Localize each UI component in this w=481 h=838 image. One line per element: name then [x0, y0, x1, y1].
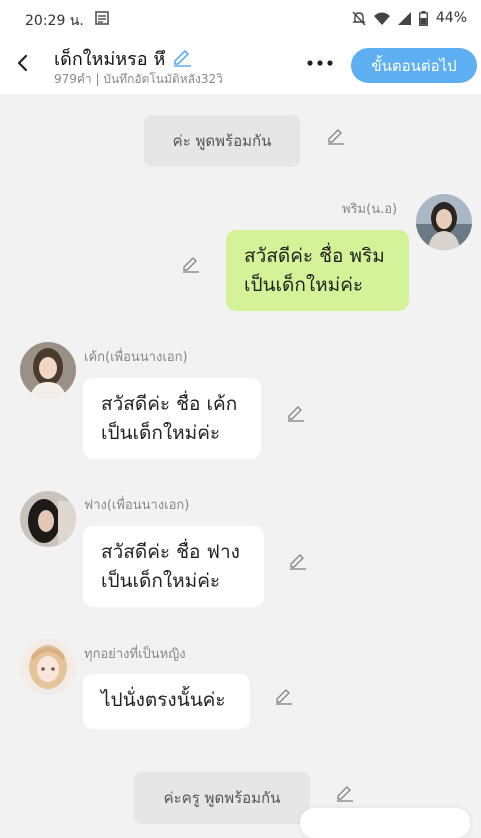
message-line: เป็นเด็กใหม่ค่ะ — [101, 570, 221, 592]
speaker-name: ทุกอย่างที่เป็นหญิง — [84, 647, 186, 662]
speaker-name: ฟาง(เพื่อนนางเอก) — [84, 498, 190, 513]
story-title-row[interactable]: เด็กใหม่หรอ หึ — [54, 44, 193, 73]
chat-area[interactable]: ค่ะ พูดพร้อมกัน พริม(น.อ) สวัสดีค่ะ ชื่อ… — [0, 94, 481, 824]
message-line: เป็นเด็กใหม่ค่ะ — [244, 274, 364, 296]
story-subtitle: 979คำ | บันทึกอัตโนมัติหลัง32วิ — [54, 72, 223, 86]
edit-icon[interactable] — [180, 252, 202, 274]
edit-icon[interactable] — [273, 684, 295, 706]
message-line: เป็นเด็กใหม่ค่ะ — [101, 422, 221, 444]
battery-icon — [418, 10, 428, 26]
edit-icon[interactable] — [334, 781, 356, 803]
avatar-cake[interactable] — [20, 342, 76, 398]
narration-box[interactable]: ค่ะครู พูดพร้อมกัน — [134, 772, 310, 824]
edit-icon[interactable] — [287, 549, 309, 571]
edit-icon[interactable] — [325, 124, 347, 146]
message-line: สวัสดีค่ะ ชื่อ ฟาง — [101, 541, 240, 563]
message-line: ไปนั่งตรงนั้นค่ะ — [101, 689, 226, 711]
message-bubble-right[interactable]: สวัสดีค่ะ ชื่อ พริม เป็นเด็กใหม่ค่ะ — [226, 230, 409, 311]
avatar-prim[interactable] — [416, 194, 472, 250]
edit-title-icon[interactable] — [171, 45, 193, 72]
speaker-name: พริม(น.อ) — [342, 202, 398, 217]
floating-panel[interactable] — [300, 808, 470, 838]
message-line: สวัสดีค่ะ ชื่อ เค้ก — [101, 393, 238, 415]
back-button[interactable] — [10, 49, 38, 77]
speaker-name: เค้ก(เพื่อนนางเอก) — [84, 350, 188, 365]
storage-icon — [94, 10, 110, 30]
status-icons: 44% — [352, 10, 467, 26]
message-bubble-left[interactable]: ไปนั่งตรงนั้นค่ะ — [83, 674, 250, 729]
message-line: สวัสดีค่ะ ชื่อ พริม — [244, 245, 385, 267]
signal-icon — [397, 11, 411, 25]
status-bar: 20:29 น. 44% — [0, 0, 481, 36]
wifi-icon — [373, 12, 390, 25]
more-dots-icon — [307, 60, 333, 66]
edit-icon[interactable] — [285, 401, 307, 423]
narration-box[interactable]: ค่ะ พูดพร้อมกัน — [144, 115, 300, 167]
mute-icon — [352, 11, 366, 26]
avatar-fang[interactable] — [20, 491, 76, 547]
story-title: เด็กใหม่หรอ หึ — [54, 49, 166, 70]
status-time: 20:29 น. — [25, 13, 84, 29]
battery-level: 44% — [435, 10, 467, 26]
next-step-button[interactable]: ขั้นตอนต่อไป — [351, 48, 477, 83]
message-bubble-left[interactable]: สวัสดีค่ะ ชื่อ ฟาง เป็นเด็กใหม่ค่ะ — [83, 526, 264, 607]
avatar-anime-girl[interactable] — [20, 639, 76, 695]
more-button[interactable] — [304, 53, 336, 73]
message-bubble-left[interactable]: สวัสดีค่ะ ชื่อ เค้ก เป็นเด็กใหม่ค่ะ — [83, 378, 261, 459]
back-arrow-icon — [17, 54, 28, 72]
app-bar: เด็กใหม่หรอ หึ 979คำ | บันทึกอัตโนมัติหล… — [0, 36, 481, 94]
